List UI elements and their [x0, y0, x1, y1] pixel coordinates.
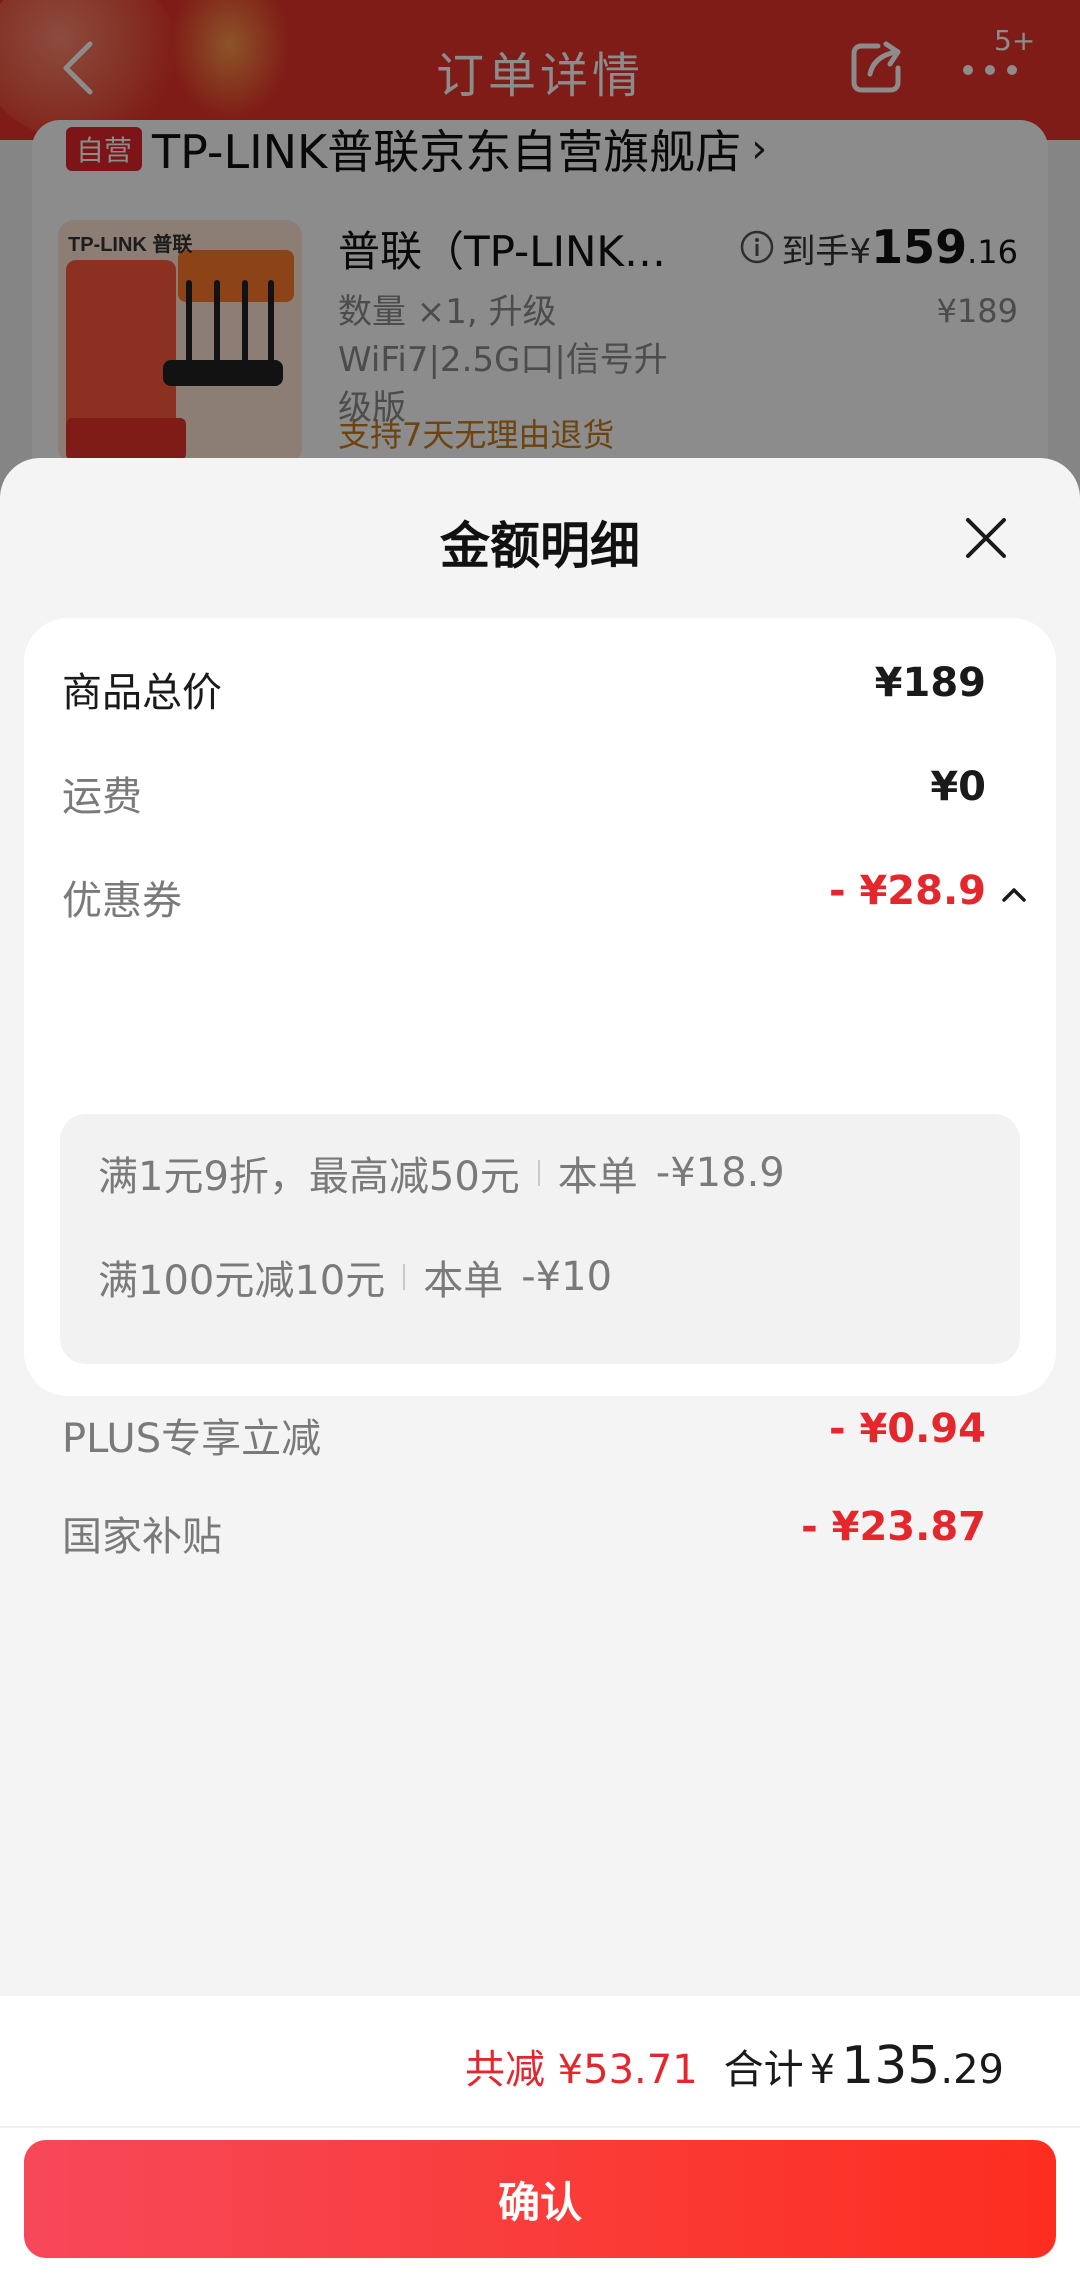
plus-discount-row: PLUS专享立减 - ¥0.94: [24, 1402, 1056, 1462]
plus-discount-value: - ¥0.94: [828, 1406, 986, 1452]
coupon-detail-box: 满1元9折，最高减50元 本单 -¥18.9 满100元减10元 本单 -¥10: [60, 1114, 1020, 1364]
total-decimal: .29: [940, 2047, 1004, 2093]
national-subsidy-label: 国家补贴: [62, 1514, 222, 1560]
total-summary: 共减 ¥53.71 合计 ¥ 135 .29: [465, 2036, 1004, 2096]
shipping-label: 运费: [62, 774, 142, 820]
order-detail-page: 订单详情 5+ 自营 TP-LINK普联京东自营旗舰店 › TP-LINK 普联…: [0, 0, 1080, 540]
amount-detail-card: 商品总价 ¥189 运费 ¥0 优惠券 - ¥28.9 满1元9折，最高减50元…: [24, 618, 1056, 1462]
footer-bar: 共减 ¥53.71 合计 ¥ 135 .29 确认: [0, 1996, 1080, 2285]
coupon-amount: -¥18.9: [655, 1150, 785, 1196]
coupon-amount: -¥10: [521, 1254, 613, 1300]
sheet-title: 金额明细: [440, 517, 640, 575]
coupon-desc: 满1元9折，最高减50元: [98, 1154, 520, 1200]
shipping-row: 运费 ¥0: [24, 760, 1056, 820]
chevron-up-icon[interactable]: [998, 878, 1030, 910]
close-icon[interactable]: [960, 512, 1012, 564]
goods-total-row: 商品总价 ¥189: [24, 656, 1056, 716]
total-currency: ¥: [809, 2047, 836, 2093]
shipping-value: ¥0: [930, 764, 986, 810]
total-saved: 共减 ¥53.71: [464, 2047, 698, 2093]
divider: [0, 2126, 1080, 2128]
coupon-value: - ¥28.9: [828, 868, 986, 914]
coupon-label: 优惠券: [62, 878, 182, 924]
total-label: 合计: [723, 2047, 804, 2093]
national-subsidy-row: 国家补贴 - ¥23.87: [24, 1500, 1056, 1560]
coupon-desc: 满100元减10元: [98, 1258, 386, 1304]
plus-discount-label: PLUS专享立减: [62, 1416, 322, 1462]
watermark: 子时月: [444, 1075, 553, 1116]
goods-total-value: ¥189: [874, 660, 986, 706]
divider: [537, 1160, 540, 1186]
confirm-button[interactable]: 确认: [24, 2140, 1056, 2258]
modal-overlay[interactable]: [0, 0, 1080, 520]
coupon-scope: 本单: [423, 1258, 504, 1304]
coupon-row[interactable]: 优惠券 - ¥28.9: [24, 864, 1056, 924]
coupon-detail-item: 满1元9折，最高减50元 本单 -¥18.9: [98, 1144, 785, 1202]
goods-total-label: 商品总价: [62, 670, 222, 716]
divider: [403, 1264, 406, 1290]
national-subsidy-value: - ¥23.87: [801, 1504, 986, 1550]
coupon-scope: 本单: [557, 1154, 638, 1200]
coupon-detail-item: 满100元减10元 本单 -¥10: [98, 1248, 612, 1306]
total-integer: 135: [841, 2036, 941, 2096]
